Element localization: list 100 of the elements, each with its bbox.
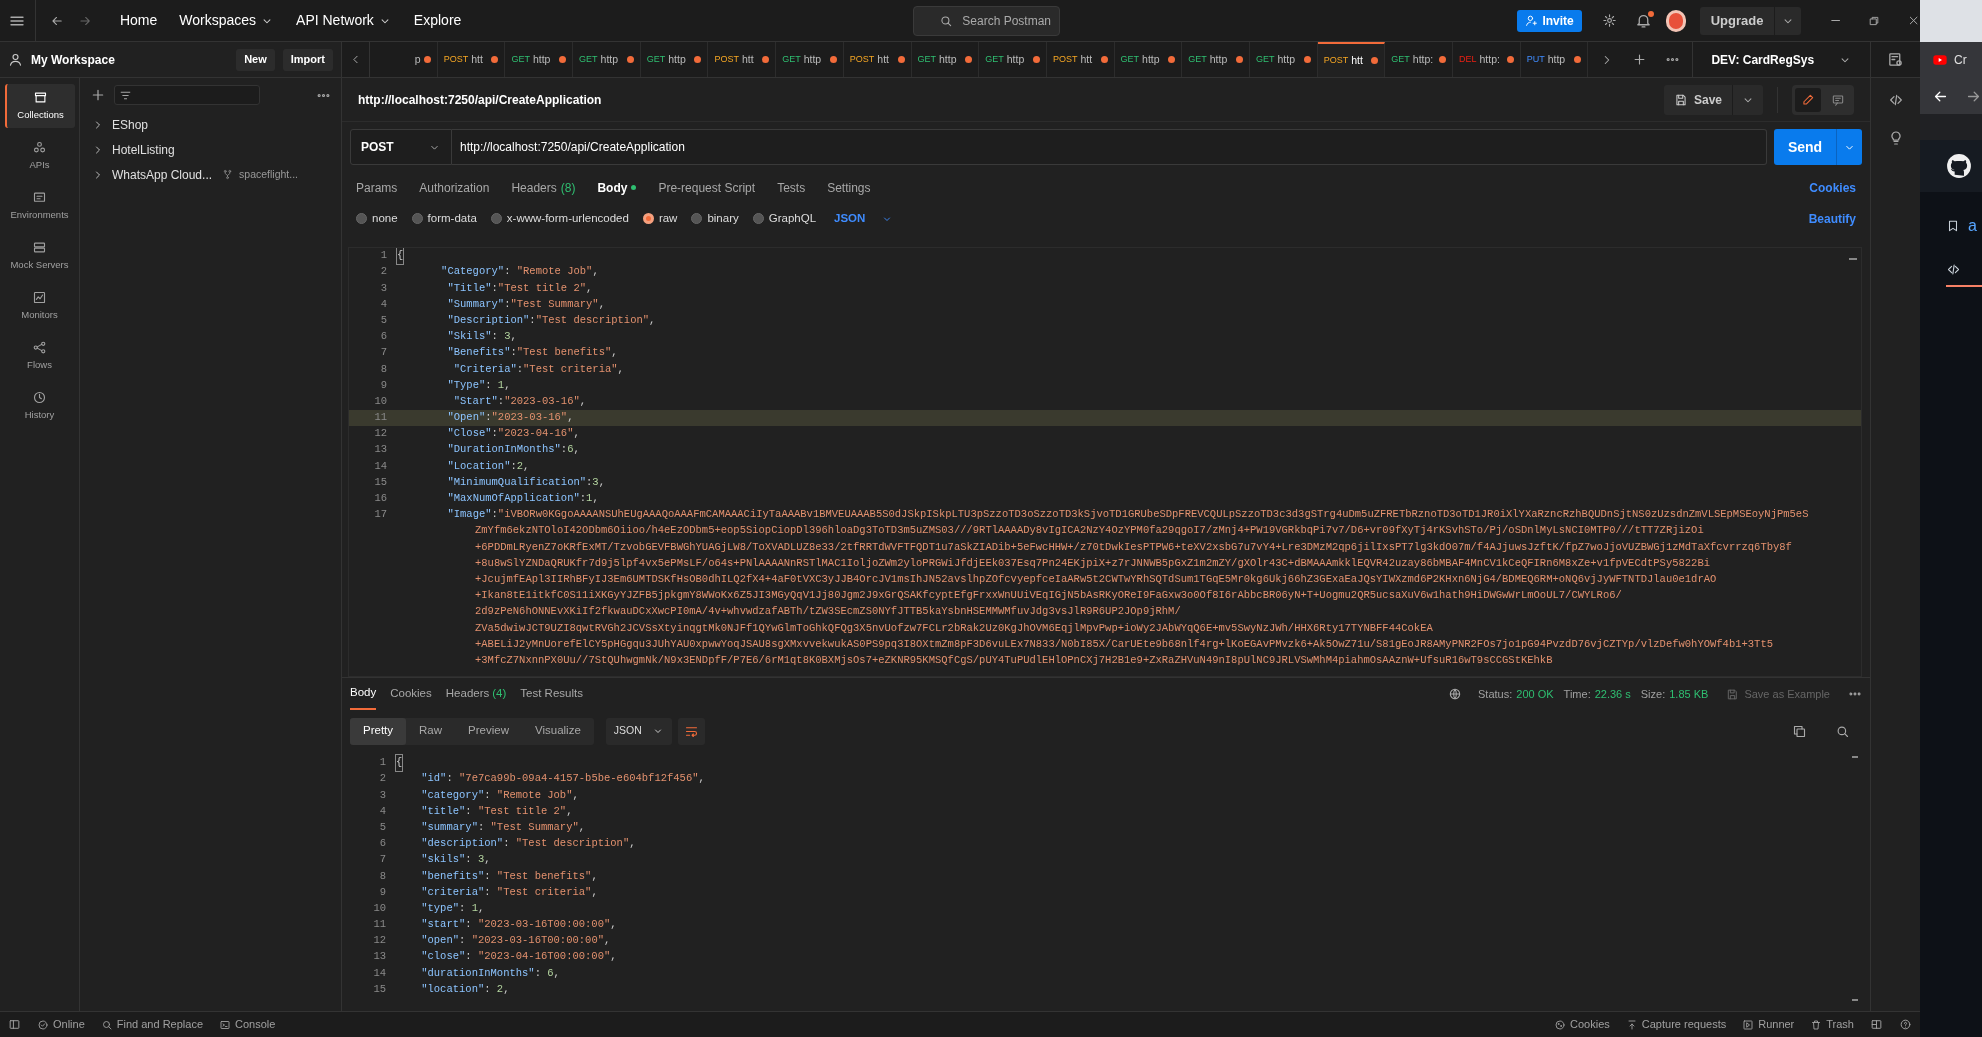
nav-link[interactable]: Explore [413, 10, 462, 31]
request-tab[interactable]: GET http [911, 42, 980, 77]
request-section-tab[interactable]: Headers (8) [511, 178, 576, 197]
radio-button[interactable] [752, 213, 764, 224]
repository-link[interactable]: a [1968, 214, 1977, 238]
environment-selector[interactable]: DEV: CardRegSys [1693, 42, 1870, 77]
workspace-button[interactable]: Import [282, 48, 333, 71]
sidebar-nav-item[interactable]: Monitors [4, 284, 75, 328]
code-editor[interactable] [348, 247, 1862, 677]
body-type-option[interactable]: raw [642, 209, 678, 228]
status-bar-item[interactable]: Runner [1742, 1016, 1795, 1033]
view-tab[interactable]: Raw [406, 717, 456, 745]
code-line: "type": 1, [420, 900, 485, 916]
request-tab[interactable]: GET http [505, 42, 574, 77]
nav-link[interactable]: Workspaces [179, 10, 275, 31]
status-bar-item[interactable]: Capture requests [1625, 1016, 1727, 1033]
collection-item[interactable]: HotelListing [92, 140, 175, 159]
nav-link[interactable]: API Network [296, 10, 392, 31]
body-type-option[interactable]: GraphQL [752, 209, 817, 228]
invite-button[interactable]: Invite [1517, 9, 1582, 32]
request-tab[interactable]: GET http [1114, 42, 1183, 77]
request-tab[interactable]: POST htt [437, 42, 506, 77]
view-tab[interactable]: Visualize [521, 717, 594, 745]
plus-icon[interactable] [1632, 52, 1648, 67]
upgrade-button[interactable]: Upgrade [1700, 6, 1801, 35]
cookies-link[interactable]: Cookies [1809, 178, 1856, 197]
cat-logo-icon[interactable] [1946, 153, 1972, 179]
body-type-option[interactable]: binary [691, 209, 739, 228]
pencil-icon[interactable] [1801, 92, 1815, 107]
sidebar-nav-item[interactable]: Environments [4, 184, 75, 228]
body-type-option[interactable]: x-www-form-urlencoded [490, 209, 629, 228]
request-section-tab[interactable]: Pre-request Script [658, 178, 756, 197]
avatar[interactable] [1665, 9, 1686, 32]
response-format-selector[interactable]: JSON [605, 717, 672, 745]
code-icon[interactable] [1887, 92, 1904, 108]
search-icon [939, 13, 954, 28]
scrollbar[interactable] [1852, 756, 1858, 1001]
status-bar-item[interactable]: Console [219, 1016, 276, 1033]
sidebar-nav-item[interactable]: Mock Servers [4, 234, 75, 278]
nav-link[interactable]: Home [119, 10, 158, 31]
request-section-tab[interactable]: Settings [827, 178, 871, 197]
collection-item[interactable]: WhatsApp Cloud... [92, 165, 213, 184]
request-tab[interactable]: GET http [1182, 42, 1250, 77]
workspace-button[interactable]: New [236, 48, 275, 71]
sidebar-nav-item[interactable]: Collections [4, 84, 75, 128]
settings-icon[interactable] [1601, 12, 1617, 29]
response-tab[interactable]: Test Results [520, 678, 583, 710]
request-section-tab[interactable]: Tests [777, 178, 806, 197]
collection-item[interactable]: EShop [92, 115, 149, 134]
status-bar-item[interactable]: Find and Replace [100, 1016, 204, 1033]
request-section-tab[interactable]: Params [356, 178, 398, 197]
request-tab[interactable]: GET http [640, 42, 709, 77]
method-selector[interactable]: POST [350, 129, 452, 165]
browser-tab-title[interactable]: Cr [1954, 51, 1967, 69]
radio-button[interactable] [490, 213, 502, 224]
radio-button[interactable] [411, 213, 423, 224]
request-tab[interactable]: GET http [776, 42, 844, 77]
view-tab[interactable]: Preview [455, 717, 522, 745]
filter-field[interactable] [114, 85, 260, 105]
request-tab[interactable]: POST htt [1046, 42, 1115, 77]
status-bar-item[interactable]: Cookies [1554, 1016, 1610, 1033]
request-tab[interactable]: DEL http: [1453, 42, 1521, 77]
view-tab[interactable]: Pretty [350, 717, 407, 745]
beautify-link[interactable]: Beautify [1808, 209, 1856, 228]
response-tab[interactable]: Body [350, 678, 377, 710]
help-icon[interactable] [1899, 1018, 1912, 1031]
request-tab[interactable]: GET http [1249, 42, 1318, 77]
copy-icon[interactable] [1792, 723, 1807, 739]
comment-icon[interactable] [1831, 92, 1845, 107]
code-icon[interactable] [1946, 262, 1961, 277]
request-tab[interactable]: POST htt [1317, 42, 1386, 77]
request-tab[interactable]: POST htt [708, 42, 777, 77]
request-section-tab[interactable]: Body [597, 178, 637, 197]
notification-bell-icon[interactable] [1634, 12, 1652, 29]
request-tab[interactable]: p [370, 42, 438, 77]
sidebar-nav-item[interactable]: History [4, 384, 75, 428]
request-tab[interactable]: GET http: [1385, 42, 1453, 77]
status-bar-item[interactable]: Trash [1810, 1016, 1854, 1033]
url-field[interactable]: http://localhost:7250/api/CreateApplication [452, 129, 1767, 165]
sidebar-nav-item[interactable]: Flows [4, 334, 75, 378]
environment-quick-look-icon[interactable] [1887, 51, 1904, 68]
radio-button[interactable] [691, 213, 703, 224]
request-section-tab[interactable]: Authorization [419, 178, 490, 197]
request-tab[interactable]: POST htt [843, 42, 912, 77]
body-type-option[interactable]: none [356, 209, 398, 228]
radio-button[interactable] [356, 213, 367, 224]
status-bar-item[interactable]: Online [37, 1016, 85, 1033]
search-field[interactable]: Search Postman [913, 5, 1061, 36]
request-tab[interactable]: PUT http [1520, 42, 1589, 77]
body-type-option[interactable]: form-data [411, 209, 477, 228]
request-tab[interactable]: GET http [573, 42, 641, 77]
radio-button[interactable] [642, 213, 654, 224]
request-tab[interactable]: GET http [979, 42, 1047, 77]
response-tab[interactable]: Cookies [390, 678, 432, 710]
response-tab[interactable]: Headers (4) [445, 678, 507, 710]
layout-icon[interactable] [1870, 1018, 1883, 1031]
language-selector[interactable]: JSON [834, 209, 894, 228]
sidebar-toggle-icon[interactable] [8, 1018, 21, 1031]
sidebar-nav-item[interactable]: APIs [4, 134, 75, 178]
plus-icon[interactable] [90, 87, 106, 103]
